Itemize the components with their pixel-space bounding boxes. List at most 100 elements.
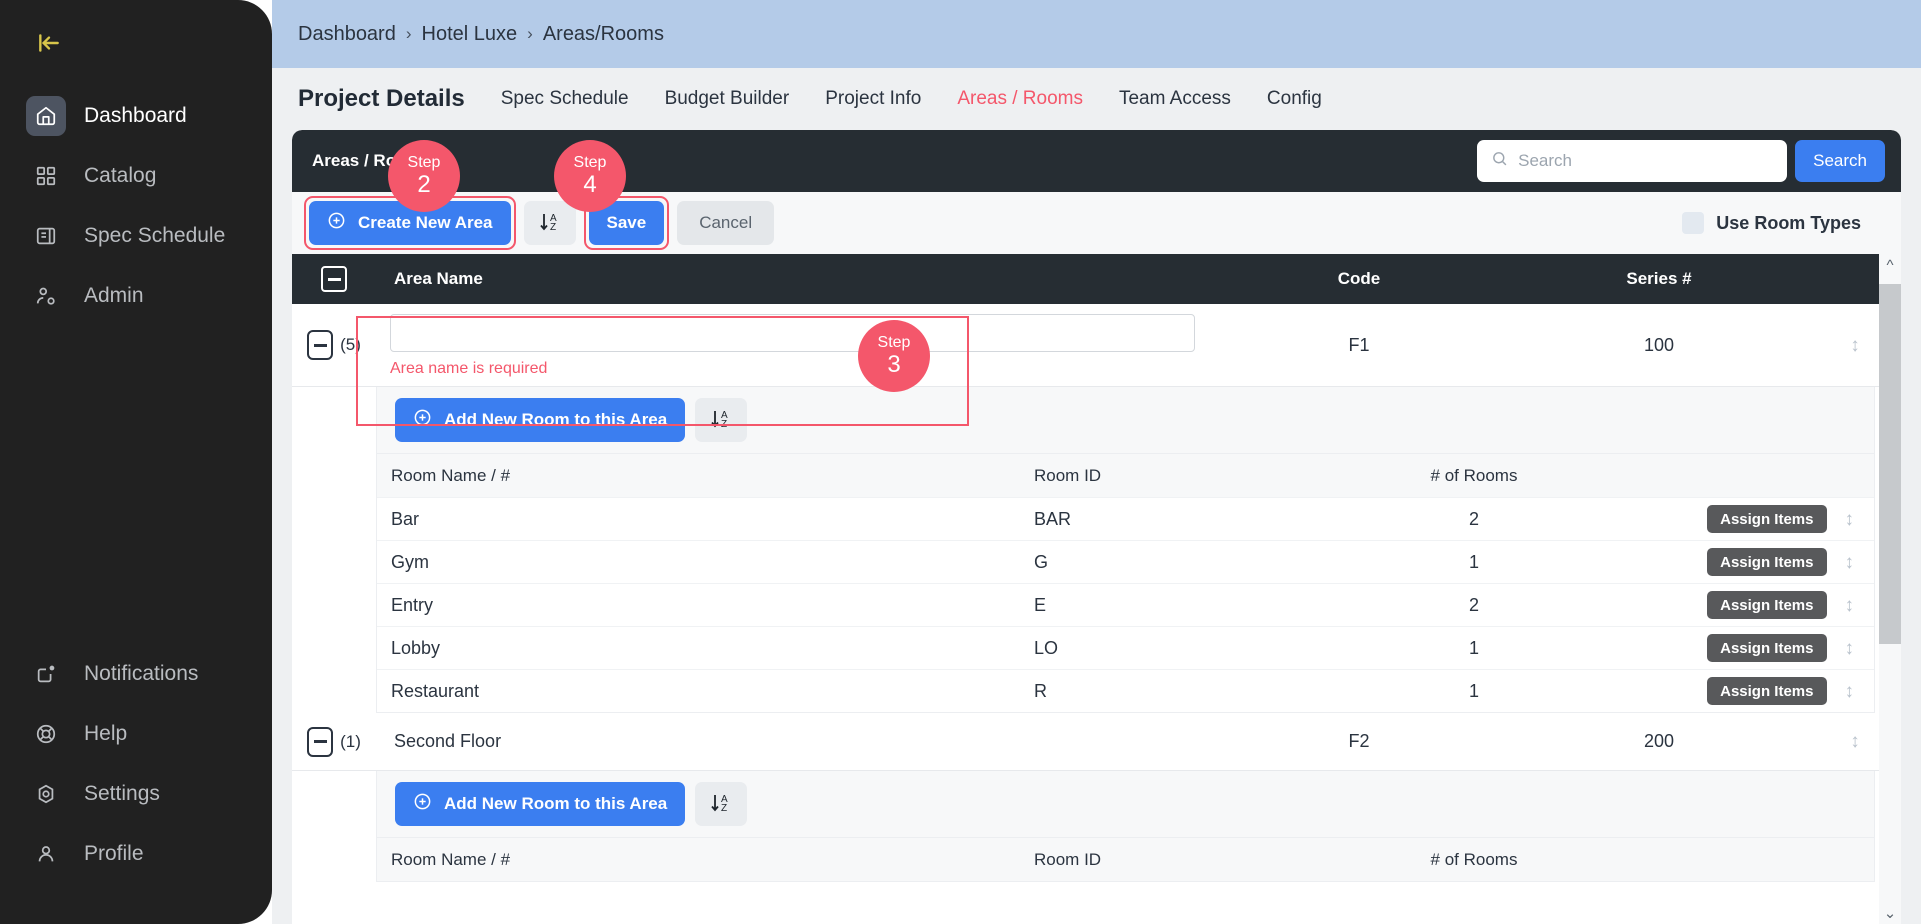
add-new-room-button[interactable]: Add New Room to this Area — [395, 398, 686, 442]
sidebar-item-admin[interactable]: Admin — [0, 266, 272, 326]
room-count: 2 — [1468, 594, 1479, 615]
sidebar-item-profile[interactable]: Profile — [0, 824, 272, 884]
minus-square-icon — [307, 330, 334, 360]
sidebar-item-settings[interactable]: Settings — [0, 764, 272, 824]
area-series: 200 — [1643, 731, 1675, 751]
room-count: 1 — [1468, 637, 1479, 658]
svg-text:Z: Z — [721, 419, 727, 430]
minus-square-icon — [307, 726, 334, 757]
room-name: Entry — [391, 594, 434, 615]
assign-items-button[interactable]: Assign Items — [1707, 634, 1827, 662]
column-header-room-name: Room Name / # — [391, 465, 511, 485]
scrollbar-track[interactable] — [1879, 276, 1901, 902]
tab-budget-builder[interactable]: Budget Builder — [665, 88, 790, 110]
sidebar-item-catalog[interactable]: Catalog — [0, 146, 272, 206]
sidebar-item-help[interactable]: Help — [0, 704, 272, 764]
step-number: 2 — [417, 170, 431, 198]
create-new-area-label: Create New Area — [358, 213, 493, 232]
room-reorder-handle[interactable]: ↕ — [1845, 639, 1855, 658]
tab-project-info[interactable]: Project Info — [825, 88, 921, 110]
svg-text:Z: Z — [550, 222, 556, 233]
area-collapse-toggle[interactable]: (1) — [292, 726, 376, 757]
sidebar-item-spec-schedule[interactable]: Spec Schedule — [0, 206, 272, 266]
area-name[interactable]: Second Floor — [376, 731, 1209, 752]
area-name-cell: Area name is required — [376, 304, 1209, 386]
scrollbar-thumb[interactable] — [1879, 284, 1901, 644]
document-list-icon — [26, 216, 66, 256]
search-placeholder: Search — [1518, 151, 1572, 170]
areas-toolbar: Create New Area A Z Save Cancel Use Room… — [292, 192, 1901, 254]
assign-items-button[interactable]: Assign Items — [1707, 677, 1827, 705]
sidebar-item-label: Notifications — [84, 662, 199, 685]
step-word: Step — [407, 154, 441, 171]
assign-items-button[interactable]: Assign Items — [1707, 548, 1827, 576]
scroll-up-icon[interactable]: ^ — [1886, 254, 1893, 276]
room-id: LO — [1034, 637, 1059, 658]
search-input[interactable]: Search — [1477, 140, 1788, 182]
area-series: 100 — [1643, 334, 1675, 355]
breadcrumb-separator-icon: › — [527, 24, 533, 43]
tab-bar: Project Details Spec Schedule Budget Bui… — [272, 68, 1921, 130]
area-collapse-toggle[interactable]: (5) — [292, 330, 376, 360]
room-reorder-handle[interactable]: ↕ — [1845, 553, 1855, 572]
column-header-room-count: # of Rooms — [1430, 849, 1518, 869]
area-code: F2 — [1348, 731, 1370, 751]
list-item: Entry E 2 Assign Items ↕ — [377, 583, 1874, 626]
room-name: Lobby — [391, 637, 441, 658]
sidebar-item-label: Dashboard — [84, 104, 187, 127]
page-title: Project Details — [298, 85, 465, 112]
scroll-down-icon[interactable]: ⌄ — [1884, 902, 1897, 924]
grid-icon — [26, 156, 66, 196]
sidebar-item-label: Settings — [84, 782, 160, 805]
search-button[interactable]: Search — [1795, 140, 1885, 182]
room-reorder-handle[interactable]: ↕ — [1845, 510, 1855, 529]
breadcrumb-item-dashboard[interactable]: Dashboard — [298, 23, 396, 46]
add-new-room-label: Add New Room to this Area — [444, 410, 668, 429]
vertical-scrollbar[interactable]: ^ ⌄ — [1879, 254, 1901, 924]
sidebar-item-label: Spec Schedule — [84, 224, 226, 247]
room-reorder-handle[interactable]: ↕ — [1845, 682, 1855, 701]
toolbar-left-group: Create New Area A Z Save Cancel — [304, 196, 775, 250]
plus-circle-icon — [327, 211, 346, 235]
use-room-types-label: Use Room Types — [1716, 212, 1861, 233]
rooms-toolbar: Add New Room to this Area A Z — [377, 387, 1874, 453]
step-number: 3 — [887, 350, 901, 378]
use-room-types-checkbox[interactable] — [1682, 212, 1705, 234]
column-header-room-id: Room ID — [1034, 849, 1102, 869]
areas-rooms-panel: Areas / Rooms Search Search Create New A… — [292, 130, 1901, 924]
breadcrumb-item-hotel-luxe[interactable]: Hotel Luxe — [422, 23, 518, 46]
sidebar-item-dashboard[interactable]: Dashboard — [0, 86, 272, 146]
sidebar-item-notifications[interactable]: Notifications — [0, 644, 272, 704]
column-header-room-id: Room ID — [1034, 465, 1102, 485]
collapse-panel-icon[interactable] — [28, 22, 70, 64]
breadcrumb: Dashboard › Hotel Luxe › Areas/Rooms — [272, 0, 1921, 68]
assign-items-button[interactable]: Assign Items — [1707, 591, 1827, 619]
tab-areas-rooms[interactable]: Areas / Rooms — [957, 88, 1083, 110]
sort-az-button[interactable]: A Z — [523, 201, 576, 245]
room-reorder-handle[interactable]: ↕ — [1845, 596, 1855, 615]
collapse-all-toggle[interactable] — [292, 266, 376, 292]
tab-spec-schedule[interactable]: Spec Schedule — [501, 88, 629, 110]
cancel-button[interactable]: Cancel — [677, 201, 775, 245]
list-item: Bar BAR 2 Assign Items ↕ — [377, 497, 1874, 540]
room-name: Restaurant — [391, 680, 480, 701]
column-header-room-count: # of Rooms — [1430, 465, 1518, 485]
tab-team-access[interactable]: Team Access — [1119, 88, 1231, 110]
list-item: Gym G 1 Assign Items ↕ — [377, 540, 1874, 583]
notification-icon — [26, 654, 66, 694]
save-label: Save — [606, 213, 647, 232]
rooms-sort-az-button[interactable]: A Z — [695, 782, 748, 826]
svg-text:Z: Z — [721, 803, 727, 814]
gear-icon — [26, 774, 66, 814]
breadcrumb-item-areas-rooms[interactable]: Areas/Rooms — [543, 23, 664, 46]
search-icon — [1491, 150, 1508, 172]
assign-items-button[interactable]: Assign Items — [1707, 505, 1827, 533]
tab-config[interactable]: Config — [1267, 88, 1322, 110]
add-new-room-button[interactable]: Add New Room to this Area — [395, 782, 686, 826]
use-room-types-toggle[interactable]: Use Room Types — [1682, 212, 1861, 234]
sidebar-item-label: Catalog — [84, 164, 157, 187]
step-word: Step — [573, 154, 607, 171]
rooms-sort-az-button[interactable]: A Z — [695, 398, 748, 442]
area-name-input[interactable] — [390, 314, 1195, 352]
room-count: 1 — [1468, 680, 1479, 701]
